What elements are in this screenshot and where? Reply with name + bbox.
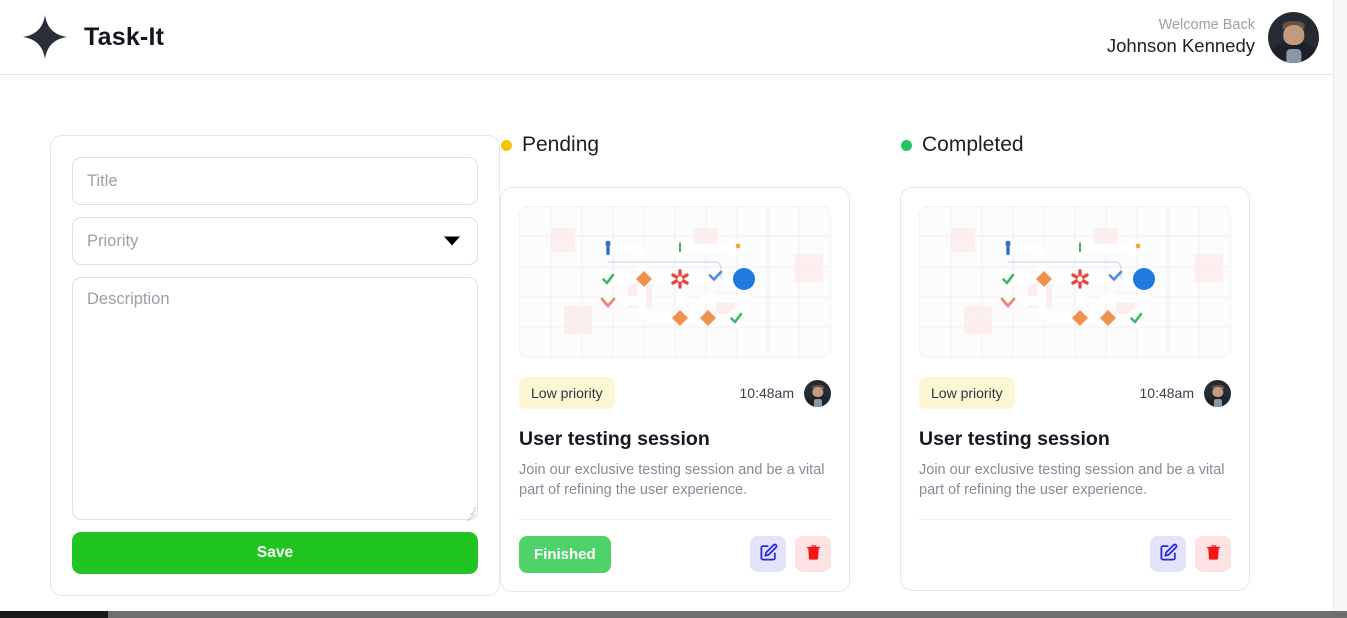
avatar-face bbox=[1211, 386, 1224, 398]
avatar-face bbox=[1282, 24, 1305, 46]
app-header: Task-It Welcome Back Johnson Kennedy bbox=[0, 0, 1333, 75]
finished-button[interactable]: Finished bbox=[519, 535, 611, 573]
status-dot-icon bbox=[501, 139, 512, 151]
avatar-shirt bbox=[1213, 399, 1222, 407]
workflow-network-illustration-icon bbox=[919, 206, 1231, 358]
user-text: Welcome Back Johnson Kennedy bbox=[1107, 16, 1255, 58]
title-input[interactable] bbox=[72, 157, 478, 205]
user-profile[interactable]: Welcome Back Johnson Kennedy bbox=[1107, 11, 1333, 63]
task-board: Pending Low priority 10:48am User testin… bbox=[500, 75, 1333, 618]
icon-button-group bbox=[750, 536, 831, 573]
task-title: User testing session bbox=[519, 428, 710, 450]
avatar[interactable] bbox=[1268, 11, 1319, 63]
edit-pencil-square-icon bbox=[1159, 543, 1178, 565]
trash-icon bbox=[805, 543, 822, 565]
edit-task-button[interactable] bbox=[1150, 535, 1186, 572]
divider bbox=[519, 518, 831, 520]
column-header-completed: Completed bbox=[900, 133, 1250, 157]
column-title: Pending bbox=[522, 133, 600, 156]
task-meta-right: 10:48am bbox=[739, 379, 831, 407]
column-header-pending: Pending bbox=[500, 133, 850, 157]
horizontal-scrollbar[interactable] bbox=[0, 611, 1347, 618]
avatar bbox=[804, 379, 831, 407]
priority-select-wrapper[interactable]: Priority bbox=[72, 217, 478, 265]
four-point-star-logo-icon bbox=[22, 14, 68, 60]
board-column-pending: Pending Low priority 10:48am User testin… bbox=[500, 133, 850, 618]
welcome-label: Welcome Back bbox=[1158, 16, 1255, 33]
workflow-network-illustration-icon bbox=[519, 206, 831, 358]
edit-pencil-square-icon bbox=[759, 543, 778, 565]
avatar-shirt bbox=[1285, 49, 1302, 63]
task-form-card: Priority Save bbox=[50, 135, 500, 596]
task-meta-row: Low priority 10:48am bbox=[519, 377, 831, 409]
task-time: 10:48am bbox=[1139, 385, 1194, 401]
task-actions: Finished bbox=[519, 535, 831, 573]
icon-button-group bbox=[1150, 535, 1231, 572]
page-content: Priority Save Pending bbox=[0, 75, 1333, 618]
divider bbox=[919, 518, 1231, 520]
priority-badge: Low priority bbox=[919, 377, 1015, 409]
trash-icon bbox=[1205, 543, 1222, 565]
priority-select[interactable]: Priority bbox=[72, 217, 478, 265]
column-title: Completed bbox=[922, 133, 1024, 156]
task-description: Join our exclusive testing session and b… bbox=[519, 462, 825, 499]
horizontal-scrollbar-thumb[interactable] bbox=[0, 611, 108, 618]
avatar bbox=[1204, 379, 1231, 407]
description-input[interactable] bbox=[72, 277, 478, 520]
delete-task-button[interactable] bbox=[795, 536, 831, 573]
delete-task-button[interactable] bbox=[1195, 535, 1231, 572]
brand-title: Task-It bbox=[84, 22, 165, 51]
vertical-scrollbar[interactable] bbox=[1333, 0, 1347, 618]
horizontal-scrollbar-track[interactable] bbox=[108, 611, 1347, 618]
task-time: 10:48am bbox=[739, 385, 794, 401]
status-dot-icon bbox=[901, 139, 912, 151]
task-title: User testing session bbox=[919, 428, 1110, 450]
priority-badge: Low priority bbox=[519, 377, 615, 409]
app-root: Task-It Welcome Back Johnson Kennedy Pri… bbox=[0, 0, 1347, 618]
task-actions bbox=[919, 535, 1231, 572]
task-card[interactable]: Low priority 10:48am User testing sessio… bbox=[900, 187, 1250, 591]
save-button[interactable]: Save bbox=[72, 532, 478, 574]
avatar-shirt bbox=[813, 399, 822, 407]
user-name: Johnson Kennedy bbox=[1106, 35, 1255, 57]
avatar-face bbox=[811, 386, 824, 398]
task-card[interactable]: Low priority 10:48am User testing sessio… bbox=[500, 187, 850, 592]
edit-task-button[interactable] bbox=[750, 536, 786, 573]
task-meta-row: Low priority 10:48am bbox=[919, 377, 1231, 409]
task-meta-right: 10:48am bbox=[1139, 379, 1231, 407]
brand[interactable]: Task-It bbox=[0, 14, 164, 60]
task-description: Join our exclusive testing session and b… bbox=[919, 462, 1225, 499]
task-form-column: Priority Save bbox=[0, 75, 500, 618]
board-column-completed: Completed Low priority 10:48am User test… bbox=[900, 133, 1250, 618]
description-wrapper bbox=[72, 277, 478, 522]
